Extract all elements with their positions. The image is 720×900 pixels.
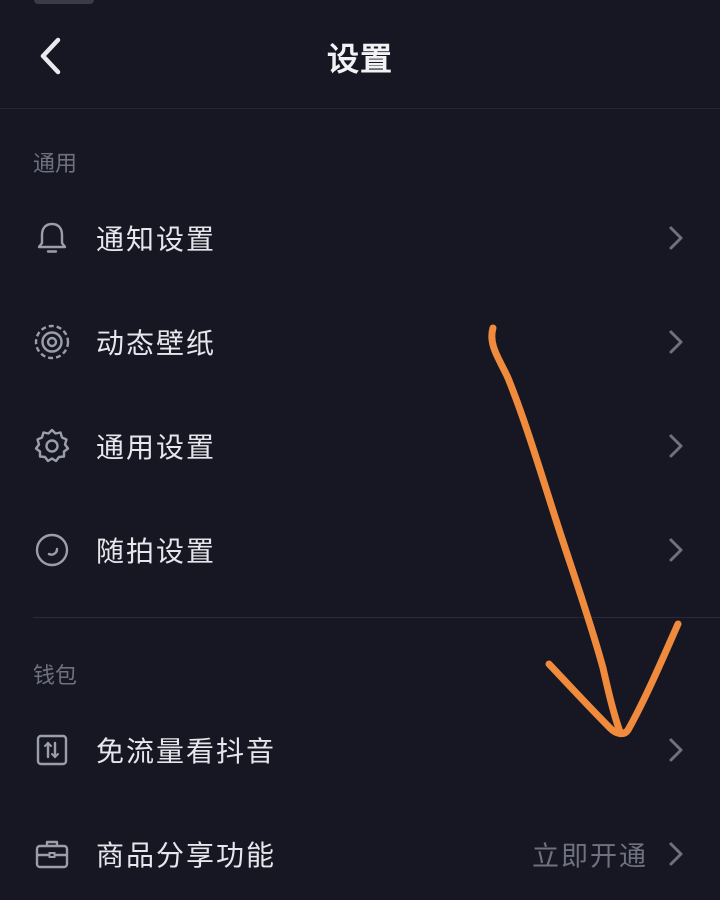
enable-now-link[interactable]: 立即开通 (532, 835, 648, 874)
settings-item-label: 动态壁纸 (96, 327, 217, 360)
chevron-right-icon (669, 538, 683, 562)
page-title: 设置 (326, 40, 393, 78)
section-title-wallet: 钱包 (33, 664, 78, 689)
live-wallpaper-icon (33, 323, 71, 361)
settings-item-label: 通知设置 (96, 223, 217, 256)
settings-item-label: 免流量看抖音 (96, 735, 277, 768)
gear-icon (33, 427, 71, 465)
chevron-right-icon (669, 226, 683, 250)
settings-screen: 设置 通用 通知设置 动态壁纸 通用设置 随拍设置 钱包 免流量看抖音 商品分享… (0, 0, 720, 900)
bell-icon (33, 219, 71, 257)
header-bar: 设置 (0, 0, 720, 109)
settings-item-label: 随拍设置 (96, 535, 217, 568)
chevron-right-icon (669, 842, 683, 866)
settings-item-label: 通用设置 (96, 431, 217, 464)
settings-item-quick-shot[interactable]: 随拍设置 (0, 498, 720, 602)
chevron-right-icon (669, 738, 683, 762)
settings-item-live-wallpaper[interactable]: 动态壁纸 (0, 290, 720, 394)
quick-shot-icon (33, 531, 71, 569)
settings-item-general-settings[interactable]: 通用设置 (0, 394, 720, 498)
settings-item-label: 商品分享功能 (96, 839, 277, 872)
settings-item-product-share[interactable]: 商品分享功能 立即开通 (0, 802, 720, 900)
data-free-icon (33, 731, 71, 769)
settings-item-notification[interactable]: 通知设置 (0, 186, 720, 290)
chevron-right-icon (669, 330, 683, 354)
section-divider (33, 617, 720, 618)
briefcase-icon (33, 835, 71, 873)
settings-item-data-free[interactable]: 免流量看抖音 (0, 698, 720, 802)
chevron-right-icon (669, 434, 683, 458)
section-title-general: 通用 (33, 152, 78, 177)
